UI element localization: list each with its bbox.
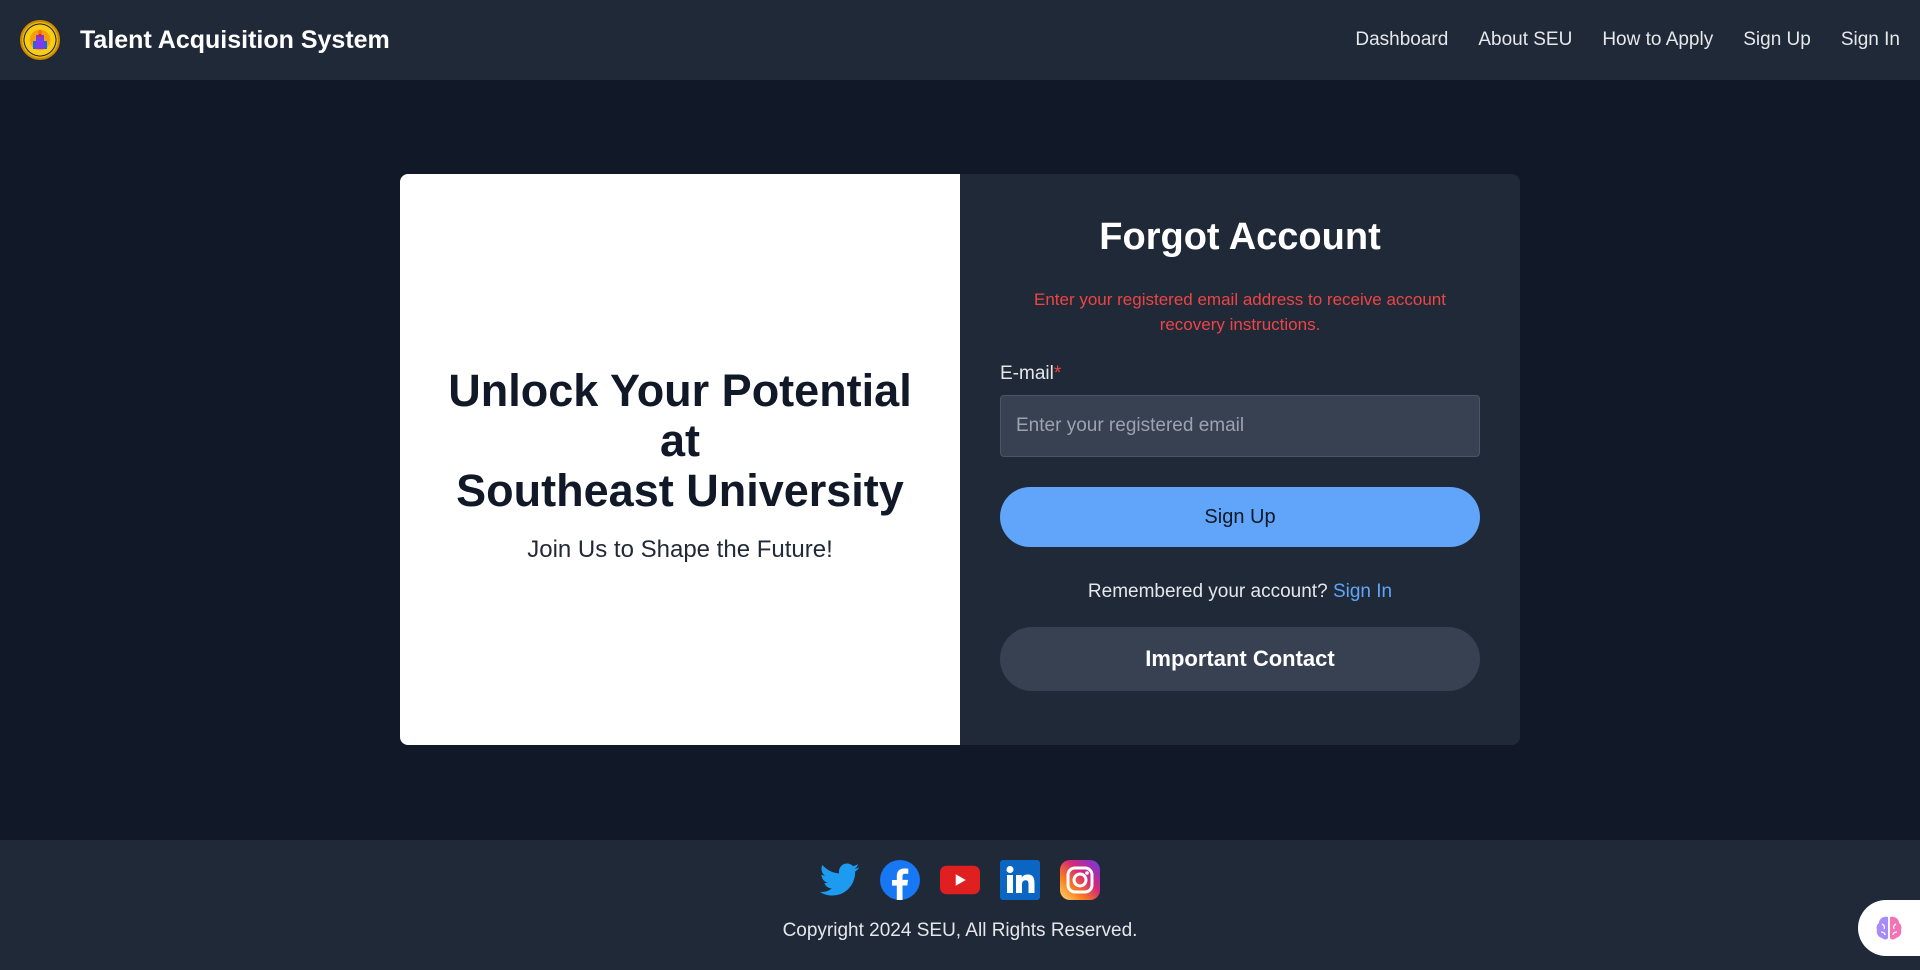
hero-title-line1: Unlock Your Potential	[448, 364, 912, 416]
remember-label: Remembered your account?	[1087, 581, 1328, 602]
sign-in-link[interactable]: Sign In	[1333, 581, 1392, 602]
nav-how-to-apply[interactable]: How to Apply	[1602, 29, 1713, 51]
seu-logo-icon	[20, 20, 60, 60]
assistant-button[interactable]	[1858, 900, 1920, 956]
copyright-text: Copyright 2024 SEU, All Rights Reserved.	[782, 920, 1138, 941]
footer: Copyright 2024 SEU, All Rights Reserved.	[0, 840, 1920, 970]
nav-dashboard[interactable]: Dashboard	[1355, 29, 1448, 51]
facebook-icon[interactable]	[880, 860, 920, 900]
hero-title-line3: Southeast University	[456, 464, 904, 516]
important-contact-button[interactable]: Important Contact	[1000, 627, 1480, 691]
nav-about-seu[interactable]: About SEU	[1478, 29, 1572, 51]
form-title: Forgot Account	[1099, 216, 1381, 258]
required-mark: *	[1053, 363, 1062, 384]
main-nav: Dashboard About SEU How to Apply Sign Up…	[1355, 29, 1900, 51]
hero-subtitle: Join Us to Shape the Future!	[527, 535, 833, 563]
instagram-icon[interactable]	[1060, 860, 1100, 900]
email-input[interactable]	[1000, 395, 1480, 457]
twitter-icon[interactable]	[820, 860, 860, 900]
top-navbar: Talent Acquisition System Dashboard Abou…	[0, 0, 1920, 80]
linkedin-icon[interactable]	[1000, 860, 1040, 900]
form-panel: Forgot Account Enter your registered ema…	[960, 174, 1520, 745]
brand[interactable]: Talent Acquisition System	[20, 20, 390, 60]
hero-title: Unlock Your Potential at Southeast Unive…	[440, 364, 920, 516]
brand-title[interactable]: Talent Acquisition System	[80, 26, 390, 55]
hero-title-line2: at	[659, 414, 700, 466]
nav-sign-up[interactable]: Sign Up	[1743, 29, 1811, 51]
sign-up-button[interactable]: Sign Up	[1000, 487, 1480, 547]
email-label-text: E-mail	[1000, 363, 1054, 384]
nav-sign-in[interactable]: Sign In	[1841, 29, 1900, 51]
forgot-account-card: Unlock Your Potential at Southeast Unive…	[400, 174, 1520, 745]
youtube-icon[interactable]	[940, 860, 980, 900]
hero-panel: Unlock Your Potential at Southeast Unive…	[400, 174, 960, 745]
form-instructions: Enter your registered email address to r…	[1034, 290, 1446, 334]
brain-icon	[1876, 916, 1902, 940]
social-links	[820, 860, 1100, 900]
email-label: E-mail*	[1000, 363, 1480, 385]
remember-text: Remembered your account? Sign In	[1000, 581, 1480, 603]
